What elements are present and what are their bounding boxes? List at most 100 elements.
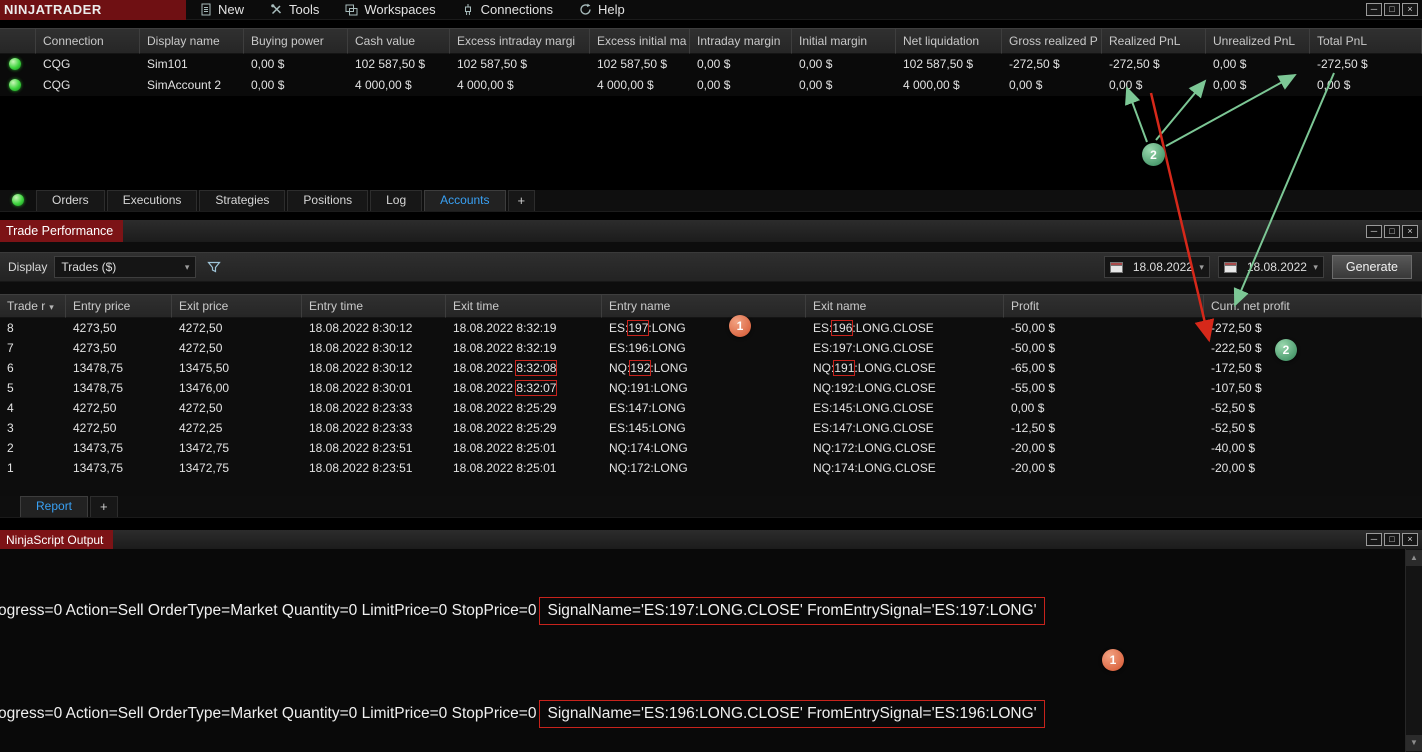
- output-text: ogress=0 Action=Sell OrderType=Market Qu…: [0, 602, 537, 619]
- column-header-unrealized-pnl[interactable]: Unrealized PnL: [1206, 28, 1310, 54]
- column-header-excess-intraday-margi[interactable]: Excess intraday margi: [450, 28, 590, 54]
- connection-status-indicator: [0, 189, 36, 211]
- column-header-net-liquidation[interactable]: Net liquidation: [896, 28, 1002, 54]
- column-header-cash-value[interactable]: Cash value: [348, 28, 450, 54]
- column-header-realized-pnl[interactable]: Realized PnL: [1102, 28, 1206, 54]
- tab-report[interactable]: Report: [20, 496, 89, 517]
- generate-button[interactable]: Generate: [1331, 255, 1412, 279]
- account-cell: 0,00 $: [799, 57, 833, 71]
- account-row[interactable]: CQG Sim101 0,00 $ 102 587,50 $ 102 587,50 $ 1…: [0, 54, 1422, 75]
- filter-button[interactable]: [207, 260, 222, 274]
- trade-cell: 4273,50: [73, 341, 117, 355]
- menu-item-connections[interactable]: Connections: [449, 0, 566, 20]
- close-button[interactable]: ×: [1402, 224, 1418, 238]
- minimize-button[interactable]: ─: [1366, 533, 1382, 546]
- column-header-exit-time[interactable]: Exit time: [446, 294, 602, 318]
- trade-cell: 4272,25: [179, 421, 223, 435]
- trade-cell: ES:197:LONG: [609, 321, 686, 335]
- menu-item-new[interactable]: New: [186, 0, 257, 20]
- trades-table: Trade r ▾ Entry price Exit price Entry time E…: [0, 294, 1422, 478]
- close-button[interactable]: ×: [1402, 3, 1418, 16]
- scroll-down-button[interactable]: ▼: [1406, 735, 1422, 751]
- menu-item-help[interactable]: Help: [566, 0, 638, 20]
- column-header-entry-price[interactable]: Entry price: [66, 294, 172, 318]
- add-tab-button[interactable]: +: [507, 190, 536, 211]
- column-header-buying-power[interactable]: Buying power: [244, 28, 348, 54]
- vertical-scrollbar[interactable]: ▲ ▼: [1405, 549, 1422, 752]
- account-cell: 0,00 $: [697, 78, 731, 92]
- tab-executions[interactable]: Executions: [106, 190, 198, 211]
- minimize-button[interactable]: ─: [1366, 224, 1382, 238]
- highlight-box: 192: [630, 361, 651, 375]
- trade-row[interactable]: 7 4273,50 4272,50 18.08.2022 8:30:12 18.08.2…: [0, 338, 1422, 358]
- trade-cell: 18.08.2022 8:32:07: [453, 381, 557, 395]
- trade-cell: 18.08.2022 8:30:12: [309, 341, 413, 355]
- menu-item-workspaces[interactable]: Workspaces: [332, 0, 448, 20]
- column-header-entry-time[interactable]: Entry time: [302, 294, 446, 318]
- column-header-trade-r[interactable]: Trade r ▾: [0, 294, 66, 318]
- display-mode-select[interactable]: Trades ($) ▾: [54, 256, 197, 278]
- scroll-up-button[interactable]: ▲: [1406, 550, 1422, 566]
- close-button[interactable]: ×: [1402, 533, 1418, 546]
- tab-orders[interactable]: Orders: [36, 190, 105, 211]
- menu-item-label: Help: [597, 2, 625, 17]
- column-header-intraday-margin[interactable]: Intraday margin: [690, 28, 792, 54]
- column-header-exit-name[interactable]: Exit name: [806, 294, 1004, 318]
- menu-item-tools[interactable]: Tools: [257, 0, 332, 20]
- column-header-entry-name[interactable]: Entry name: [602, 294, 806, 318]
- ninjatrader-logo: NINJATRADER: [0, 0, 186, 20]
- column-header-gross-realized-p[interactable]: Gross realized P: [1002, 28, 1102, 54]
- column-header-display-name[interactable]: Display name: [140, 28, 244, 54]
- maximize-button[interactable]: □: [1384, 533, 1400, 546]
- maximize-button[interactable]: □: [1384, 3, 1400, 16]
- account-cell: 4 000,00 $: [457, 78, 514, 92]
- trade-row[interactable]: 5 13478,75 13476,00 18.08.2022 8:30:01 18.08…: [0, 378, 1422, 398]
- column-header-excess-initial-ma[interactable]: Excess initial ma: [590, 28, 690, 54]
- trade-cell: 18.08.2022 8:30:01: [309, 381, 413, 395]
- column-header-exit-price[interactable]: Exit price: [172, 294, 302, 318]
- trade-cell: -52,50 $: [1211, 421, 1256, 435]
- column-header-profit[interactable]: Profit: [1004, 294, 1204, 318]
- trade-cell: -12,50 $: [1011, 421, 1056, 435]
- column-header-total-pnl[interactable]: Total PnL: [1310, 28, 1422, 54]
- trade-cell: 13475,50: [179, 361, 230, 375]
- ninjascript-output-titlebar[interactable]: NinjaScript Output ─ □ ×: [0, 530, 1422, 549]
- add-tab-button[interactable]: +: [90, 496, 118, 517]
- account-row[interactable]: CQG SimAccount 2 0,00 $ 4 000,00 $ 4 000,00 …: [0, 75, 1422, 96]
- account-cell: 0,00 $: [1009, 78, 1043, 92]
- trade-row[interactable]: 4 4272,50 4272,50 18.08.2022 8:23:33 18.08.2…: [0, 398, 1422, 418]
- trade-row[interactable]: 6 13478,75 13475,50 18.08.2022 8:30:12 18.08…: [0, 358, 1422, 378]
- account-cell: CQG: [43, 78, 71, 92]
- tabs: Orders Executions Strategies Positions Log Ac…: [36, 190, 537, 211]
- column-header-initial-margin[interactable]: Initial margin: [792, 28, 896, 54]
- trade-cell: -172,50 $: [1211, 361, 1262, 375]
- tab-log[interactable]: Log: [370, 190, 423, 211]
- toolbar-right: 18.08.2022 ▾ 18.08.2022 ▾ Generate: [1103, 255, 1422, 279]
- column-header-cum-net-profit[interactable]: Cum. net profit: [1204, 294, 1422, 318]
- minimize-button[interactable]: ─: [1366, 3, 1382, 16]
- date-to-picker[interactable]: 18.08.2022 ▾: [1217, 256, 1324, 278]
- connected-status-icon: [12, 194, 24, 206]
- account-cell: SimAccount 2: [147, 78, 222, 92]
- trade-cell: 18.08.2022 8:32:08: [453, 361, 557, 375]
- tab-positions[interactable]: Positions: [287, 190, 369, 211]
- maximize-button[interactable]: □: [1384, 224, 1400, 238]
- connected-status-icon: [9, 79, 21, 91]
- trade-row[interactable]: 8 4273,50 4272,50 18.08.2022 8:30:12 18.08.2…: [0, 318, 1422, 338]
- trade-row[interactable]: 2 13473,75 13472,75 18.08.2022 8:23:51 18.08…: [0, 438, 1422, 458]
- tab-strategies[interactable]: Strategies: [199, 190, 286, 211]
- trade-cell: 18.08.2022 8:30:12: [309, 361, 413, 375]
- column-header-connection[interactable]: Connection: [36, 28, 140, 54]
- report-tabs: Report +: [20, 496, 120, 517]
- trade-row[interactable]: 1 13473,75 13472,75 18.08.2022 8:23:51 18.08…: [0, 458, 1422, 478]
- trade-row[interactable]: 3 4272,50 4272,25 18.08.2022 8:23:33 18.08.2…: [0, 418, 1422, 438]
- filter-funnel-icon: [207, 261, 222, 273]
- report-tab-bar: Report +: [0, 496, 1422, 518]
- trade-cell: 18.08.2022 8:32:19: [453, 341, 557, 355]
- trade-performance-title: Trade Performance: [0, 220, 124, 242]
- tab-accounts[interactable]: Accounts: [424, 190, 506, 211]
- trade-cell: 4272,50: [179, 341, 223, 355]
- date-from-picker[interactable]: 18.08.2022 ▾: [1103, 256, 1210, 278]
- display-mode-value: Trades ($): [61, 260, 117, 274]
- trade-performance-titlebar[interactable]: Trade Performance ─ □ ×: [0, 220, 1422, 242]
